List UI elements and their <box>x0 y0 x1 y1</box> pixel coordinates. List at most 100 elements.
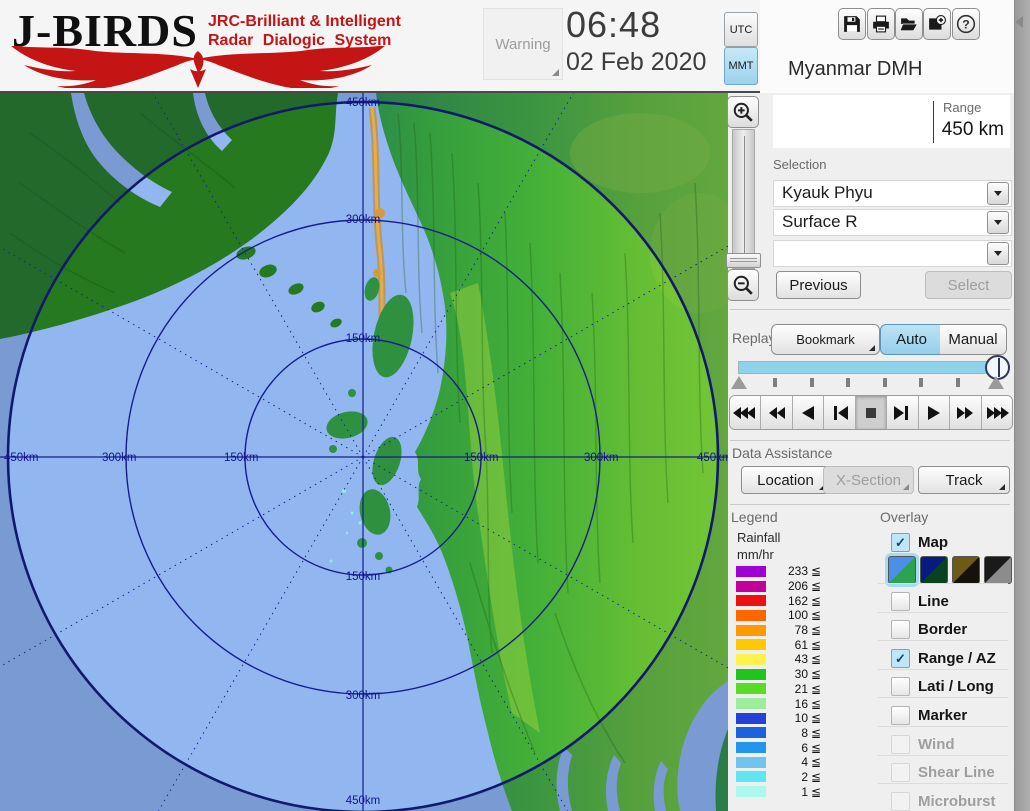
legend-value: 43 <box>766 652 808 666</box>
bookmark-button[interactable]: Bookmark <box>771 324 880 355</box>
legend-operator: ≦ <box>811 652 821 666</box>
station-dropdown[interactable]: Kyauk Phyu <box>773 180 1012 207</box>
legend-value: 8 <box>766 726 808 740</box>
warning-label: Warning <box>495 36 550 53</box>
legend-value: 30 <box>766 667 808 681</box>
overlay-item-map-checkbox[interactable]: ✓ <box>891 533 910 552</box>
overlay-item-label: Wind <box>918 736 955 753</box>
replay-slider-track[interactable] <box>738 361 998 374</box>
legend-row: 100≦ <box>736 608 856 623</box>
rainfall-legend: 233≦206≦162≦100≦78≦61≦43≦30≦21≦16≦10≦8≦6… <box>736 564 856 799</box>
slider-tick <box>956 378 960 387</box>
add-image-button[interactable] <box>923 8 951 40</box>
legend-operator: ≦ <box>811 711 821 725</box>
legend-color-swatch <box>736 595 766 606</box>
overlay-item-range-az-checkbox[interactable]: ✓ <box>891 649 910 668</box>
overlay-item-shear-line-checkbox[interactable] <box>891 763 910 782</box>
manual-mode-button[interactable]: Manual <box>940 324 1007 355</box>
legend-color-swatch <box>736 713 766 724</box>
overlay-separator <box>878 755 1008 756</box>
previous-button[interactable]: Previous <box>776 271 861 299</box>
open-file-button[interactable] <box>895 8 923 40</box>
legend-value: 162 <box>766 594 808 608</box>
legend-operator: ≦ <box>811 564 821 578</box>
forward-button[interactable] <box>950 396 981 429</box>
option-dropdown-button[interactable] <box>987 242 1009 265</box>
open-folder-icon <box>900 15 918 33</box>
legend-row: 206≦ <box>736 579 856 594</box>
product-dropdown[interactable]: Surface R <box>773 209 1012 236</box>
map-zoom-control <box>724 93 760 303</box>
save-button[interactable] <box>838 8 866 40</box>
overlay-item-wind-checkbox[interactable] <box>891 735 910 754</box>
legend-value: 233 <box>766 564 808 578</box>
overlay-separator <box>878 697 1008 698</box>
svg-text:450km: 450km <box>697 452 728 464</box>
legend-operator: ≦ <box>811 697 821 711</box>
legend-value: 2 <box>766 770 808 784</box>
legend-value: 10 <box>766 711 808 725</box>
panel-collapse-arrow-icon[interactable] <box>1015 16 1023 28</box>
playback-controls <box>729 395 1013 430</box>
legend-operator: ≦ <box>811 785 821 799</box>
legend-color-swatch <box>736 757 766 768</box>
timezone-utc-button[interactable]: UTC <box>724 12 758 47</box>
stop-button[interactable] <box>856 396 887 429</box>
legend-value: 6 <box>766 741 808 755</box>
overlay-item-border-checkbox[interactable] <box>891 620 910 639</box>
station-name: Myanmar DMH <box>788 58 922 81</box>
map-style-swatch-4[interactable] <box>984 556 1012 584</box>
play-button[interactable] <box>919 396 950 429</box>
map-style-swatch-3[interactable] <box>952 556 980 584</box>
option-dropdown[interactable] <box>773 240 1012 267</box>
panel-scrollbar[interactable] <box>1014 0 1030 811</box>
legend-row: 43≦ <box>736 652 856 667</box>
zoom-slider-track[interactable] <box>732 129 755 269</box>
overlay-item-lati-long-checkbox[interactable] <box>891 677 910 696</box>
location-button[interactable]: Location <box>741 466 830 494</box>
rewind-fast-button[interactable] <box>730 396 761 429</box>
station-dropdown-button[interactable] <box>987 182 1009 205</box>
forward-fast-button[interactable] <box>982 396 1012 429</box>
step-back-icon <box>830 406 850 420</box>
warning-button[interactable]: Warning <box>483 8 563 80</box>
overlay-separator <box>878 669 1008 670</box>
product-dropdown-button[interactable] <box>987 211 1009 234</box>
overlay-item-microburst-checkbox[interactable] <box>891 792 910 811</box>
timezone-mmt-button[interactable]: MMT <box>724 47 758 85</box>
legend-color-swatch <box>736 625 766 636</box>
help-button[interactable]: ? <box>952 8 980 40</box>
slider-start-marker <box>731 376 747 389</box>
svg-text:150km: 150km <box>346 571 381 583</box>
map-style-swatch-2[interactable] <box>920 556 948 584</box>
bookmark-button-label: Bookmark <box>796 332 855 347</box>
rewind-button[interactable] <box>761 396 792 429</box>
overlay-item-marker-checkbox[interactable] <box>891 706 910 725</box>
zoom-in-button[interactable] <box>727 96 759 128</box>
step-forward-button[interactable] <box>887 396 918 429</box>
zoom-out-button[interactable] <box>727 269 759 301</box>
overlay-item-label: Map <box>918 534 948 551</box>
legend-operator: ≦ <box>811 623 821 637</box>
step-back-button[interactable] <box>824 396 855 429</box>
print-button[interactable] <box>867 8 895 40</box>
legend-unit-line2: mm/hr <box>737 547 774 562</box>
overlay-item-label: Marker <box>918 707 967 724</box>
legend-color-swatch <box>736 654 766 665</box>
legend-value: 206 <box>766 579 808 593</box>
radar-map[interactable]: 450km 300km 150km 150km 300km 450km 450k… <box>0 93 728 811</box>
x-section-button[interactable]: X-Section <box>823 466 914 494</box>
zoom-slider-thumb[interactable] <box>726 253 761 268</box>
overlay-separator <box>878 640 1008 641</box>
legend-row: 2≦ <box>736 770 856 785</box>
select-button[interactable]: Select <box>925 271 1012 299</box>
auto-mode-button[interactable]: Auto <box>880 324 943 355</box>
svg-text:450km: 450km <box>4 452 39 464</box>
legend-row: 8≦ <box>736 726 856 741</box>
track-button[interactable]: Track <box>918 466 1010 494</box>
overlay-item-line-checkbox[interactable] <box>891 592 910 611</box>
play-reverse-button[interactable] <box>793 396 824 429</box>
map-style-swatch-1[interactable] <box>888 556 916 584</box>
data-assistance-label: Data Assistance <box>732 445 832 461</box>
forward-icon <box>955 406 975 420</box>
